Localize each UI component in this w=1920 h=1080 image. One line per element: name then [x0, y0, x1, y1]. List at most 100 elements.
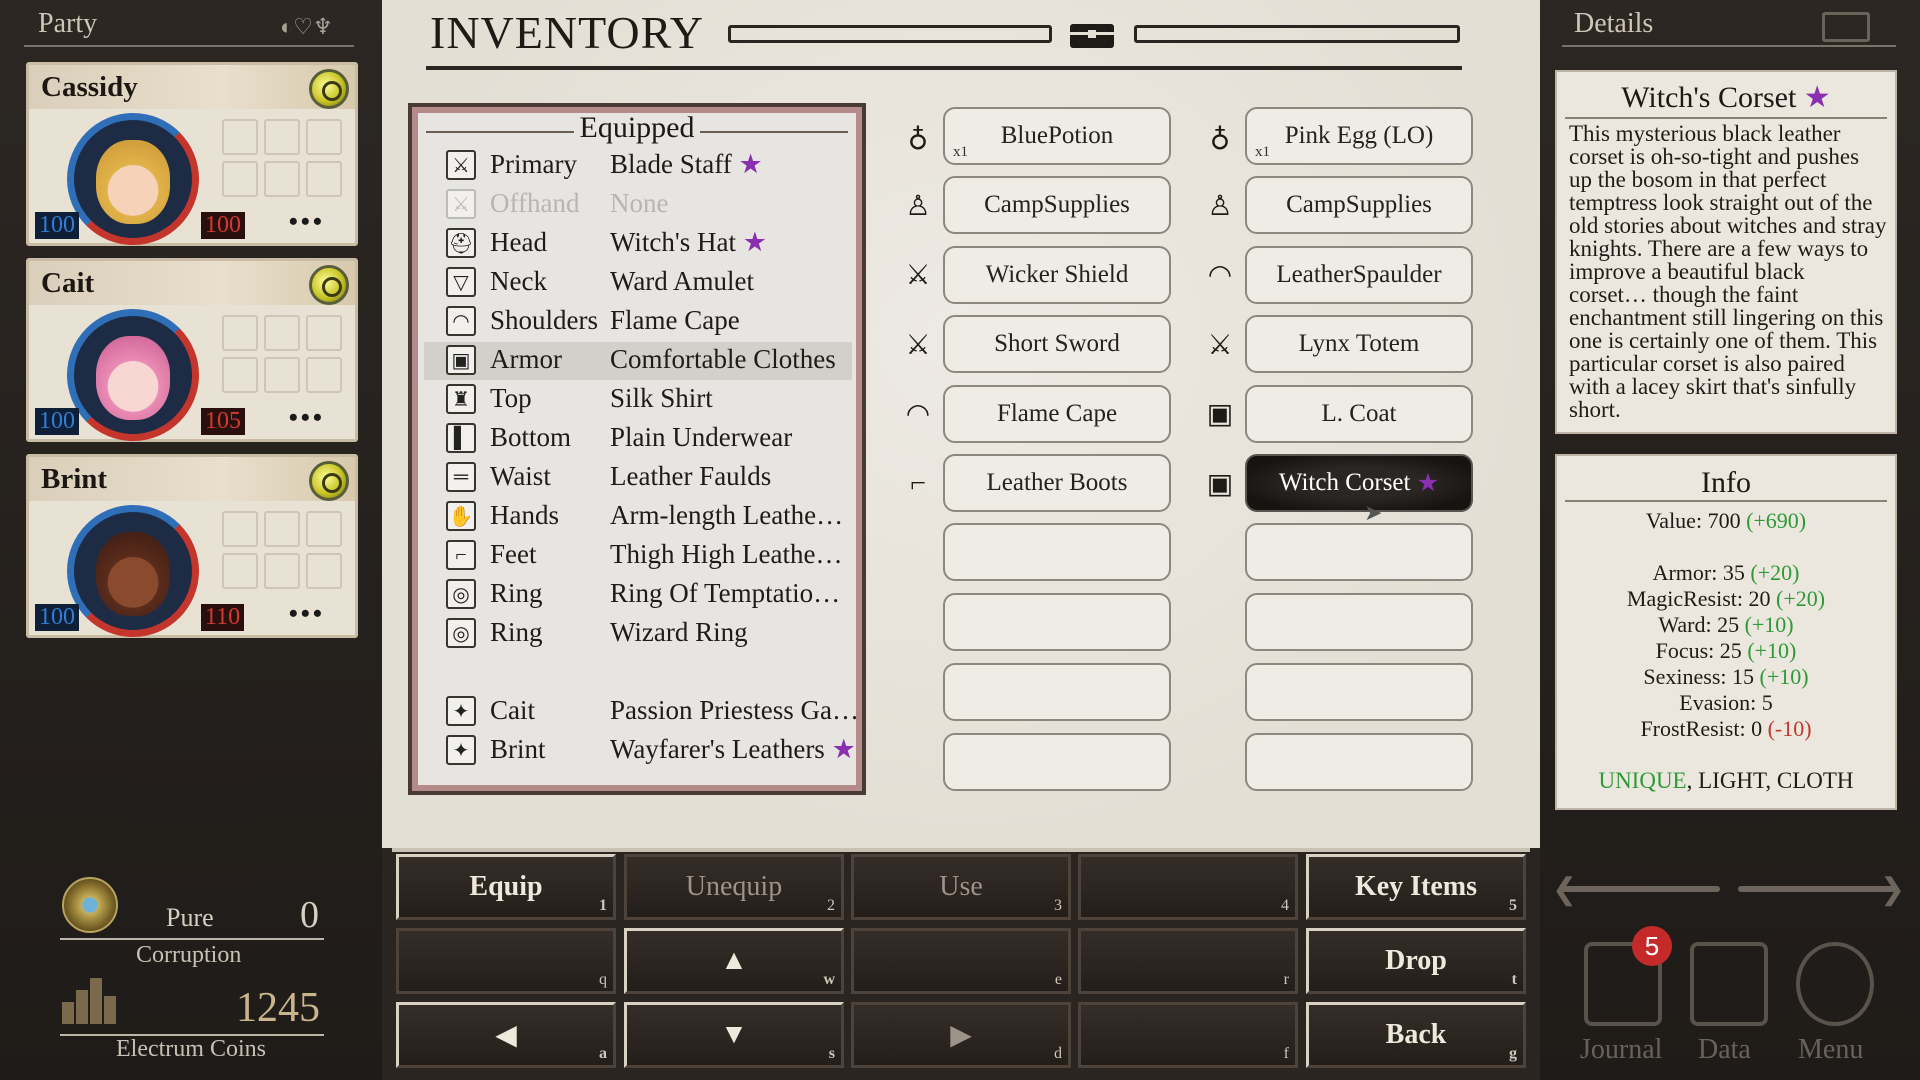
party-card-cassidy[interactable]: Cassidy 100 100 •••	[26, 62, 358, 246]
left-arrow-button[interactable]: ◀ a	[396, 1002, 616, 1068]
star-icon: ★	[1803, 81, 1831, 114]
details-title: Details	[1574, 8, 1654, 39]
item-slot-empty[interactable]	[1245, 663, 1473, 721]
equipped-row-neck[interactable]: ▽ Neck Ward Amulet	[424, 264, 852, 302]
left-arrow-icon[interactable]: ❮	[1552, 872, 1577, 907]
item-slot-empty[interactable]	[943, 663, 1171, 721]
action-slot-e[interactable]: e	[851, 928, 1071, 994]
item-button-leather-boots[interactable]: Leather Boots	[943, 454, 1171, 512]
equipped-row-feet[interactable]: ⌐ Feet Thigh High Leathe…	[424, 537, 852, 575]
helmet-icon: ⛑	[446, 228, 476, 258]
menu-label[interactable]: Menu	[1798, 1034, 1863, 1066]
hp-value: 100	[35, 212, 79, 239]
portrait-cait	[67, 309, 199, 441]
item-label: None	[610, 188, 669, 218]
star-icon: ★	[742, 227, 767, 257]
equipped-row-waist[interactable]: ═ Waist Leather Faulds	[424, 459, 852, 497]
drop-button[interactable]: Drop t	[1306, 928, 1526, 994]
sword-icon: ⚔	[1207, 330, 1233, 361]
sword-icon: ⚔	[905, 260, 931, 291]
equip-button[interactable]: Equip 1	[396, 854, 616, 920]
boot-icon: ⌐	[910, 468, 926, 499]
item-button-leatherspaulder[interactable]: LeatherSpaulder	[1245, 246, 1473, 304]
data-bookmark-icon[interactable]	[1690, 942, 1768, 1026]
item-button-pink-egg[interactable]: Pink Egg (LO) x1	[1245, 107, 1473, 165]
up-arrow-button[interactable]: ▲ w	[624, 928, 844, 994]
item-label: Ring Of Temptatio…	[610, 578, 841, 608]
potion-icon: ♁	[1209, 122, 1231, 153]
action-slot-q[interactable]: q	[396, 928, 616, 994]
status-slots	[222, 315, 348, 399]
item-button-campsupplies[interactable]: CampSupplies	[943, 176, 1171, 234]
gear-icon[interactable]	[1796, 942, 1874, 1026]
data-label[interactable]: Data	[1698, 1034, 1751, 1066]
slot-label: Hands	[490, 500, 559, 530]
key-items-button[interactable]: Key Items 5	[1306, 854, 1526, 920]
slot-label: Shoulders	[490, 305, 598, 335]
portrait-brint	[67, 505, 199, 637]
item-label: Witch's Hat ★	[610, 227, 767, 257]
unequip-button[interactable]: Unequip 2	[624, 854, 844, 920]
bag-icon: ♙	[1207, 191, 1233, 222]
companion-icon: ✦	[446, 696, 476, 726]
down-arrow-button[interactable]: ▼ s	[624, 1002, 844, 1068]
party-card-brint[interactable]: Brint 100 110 •••	[26, 454, 358, 638]
more-button[interactable]: •••	[289, 207, 325, 237]
equipped-row-armor[interactable]: ▣ Armor Comfortable Clothes	[424, 342, 852, 380]
equipped-row-bottom[interactable]: ▌ Bottom Plain Underwear	[424, 420, 852, 458]
more-button[interactable]: •••	[289, 599, 325, 629]
prev-page-arrow[interactable]	[1560, 886, 1720, 892]
equipped-row-ring-2[interactable]: ◎ Ring Wizard Ring	[424, 615, 852, 653]
item-slot-empty[interactable]	[943, 733, 1171, 791]
item-slot-empty[interactable]	[1245, 523, 1473, 581]
status-orb-icon[interactable]	[309, 69, 349, 109]
item-button-lynx-totem[interactable]: Lynx Totem	[1245, 315, 1473, 373]
journal-label[interactable]: Journal	[1580, 1034, 1662, 1066]
party-emblem-icon: ◐♡♆	[280, 14, 333, 39]
action-slot-r[interactable]: r	[1078, 928, 1298, 994]
party-card-cait[interactable]: Cait 100 105 •••	[26, 258, 358, 442]
item-button-wicker-shield[interactable]: Wicker Shield	[943, 246, 1171, 304]
status-orb-icon[interactable]	[309, 265, 349, 305]
item-slot-empty[interactable]	[1245, 593, 1473, 651]
action-slot-f[interactable]: f	[1078, 1002, 1298, 1068]
mp-value: 105	[201, 408, 245, 435]
equipped-row-brint[interactable]: ✦ Brint Wayfarer's Leathers ★	[424, 732, 856, 770]
item-name: Witch's Corset ★	[1621, 81, 1831, 114]
item-button-flame-cape[interactable]: Flame Cape	[943, 385, 1171, 443]
equipped-rule-right	[700, 131, 848, 133]
item-button-campsupplies-2[interactable]: CampSupplies	[1245, 176, 1473, 234]
equipped-row-shoulders[interactable]: ◠ Shoulders Flame Cape	[424, 303, 852, 341]
equipped-row-ring-1[interactable]: ◎ Ring Ring Of Temptatio…	[424, 576, 852, 614]
more-button[interactable]: •••	[289, 403, 325, 433]
potion-icon: ♁	[907, 122, 929, 153]
pants-icon: ▌	[446, 423, 476, 453]
item-button-witch-corset[interactable]: Witch Corset ★	[1245, 454, 1473, 512]
item-description: This mysterious black leather corset is …	[1569, 121, 1887, 422]
equipped-row-primary[interactable]: ⚔ Primary Blade Staff ★	[424, 147, 852, 185]
equipped-row-top[interactable]: ♜ Top Silk Shirt	[424, 381, 852, 419]
shoulder-icon: ◠	[905, 399, 931, 430]
equipped-row-head[interactable]: ⛑ Head Witch's Hat ★	[424, 225, 852, 263]
item-slot-empty[interactable]	[1245, 733, 1473, 791]
item-label: Ward Amulet	[610, 266, 755, 296]
armor-icon: ▣	[1206, 469, 1234, 500]
equipped-row-cait[interactable]: ✦ Cait Passion Priestess Ga…	[424, 693, 859, 731]
item-button-short-sword[interactable]: Short Sword	[943, 315, 1171, 373]
equipped-row-hands[interactable]: ✋ Hands Arm-length Leathe…	[424, 498, 852, 536]
status-orb-icon[interactable]	[309, 461, 349, 501]
use-button[interactable]: Use 3	[851, 854, 1071, 920]
bag-icon: ♙	[905, 191, 931, 222]
item-slot-empty[interactable]	[943, 593, 1171, 651]
back-button[interactable]: Back g	[1306, 1002, 1526, 1068]
star-icon: ★	[831, 734, 856, 764]
right-arrow-button[interactable]: ▶ d	[851, 1002, 1071, 1068]
item-button-bluepotion[interactable]: BluePotion x1	[943, 107, 1171, 165]
item-button-l-coat[interactable]: L. Coat	[1245, 385, 1473, 443]
next-page-arrow[interactable]	[1738, 886, 1898, 892]
equipped-row-offhand[interactable]: ⚔ Offhand None	[424, 186, 852, 224]
item-slot-empty[interactable]	[943, 523, 1171, 581]
action-slot-4[interactable]: 4	[1078, 854, 1298, 920]
inventory-title: INVENTORY	[430, 7, 704, 58]
right-arrow-icon[interactable]: ❯	[1880, 872, 1905, 907]
